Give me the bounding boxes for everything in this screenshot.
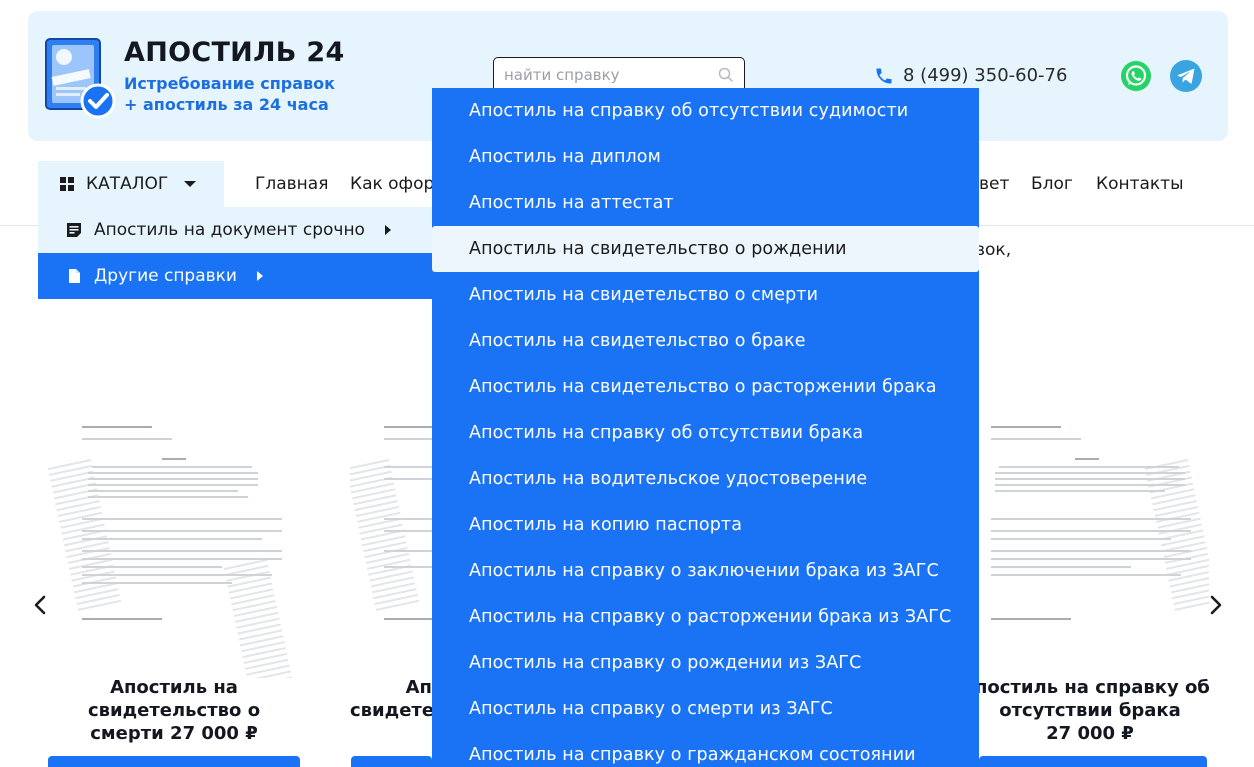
order-button[interactable] [48, 756, 300, 767]
dropdown-item[interactable]: Апостиль на справку об отсутствии судимо… [432, 88, 979, 134]
product-title[interactable]: Апостиль на свидетельство о смерти 27 00… [48, 676, 300, 745]
grid-icon [60, 177, 74, 191]
caret-down-icon [184, 181, 197, 187]
dropdown-item[interactable]: Апостиль на водительское удостоверение [432, 456, 979, 502]
chevron-right-icon [384, 225, 391, 235]
product-title-line: 27 000 ₽ [1046, 723, 1134, 744]
catalog-label: КАТАЛОГ [86, 174, 169, 194]
product-title-line: постиль на справку об [975, 677, 1210, 698]
order-button[interactable] [351, 756, 432, 767]
dropdown-item[interactable]: Апостиль на свидетельство о смерти [432, 272, 979, 318]
product-title-line: Апостиль на [110, 677, 238, 698]
dropdown-item[interactable]: Апостиль на справку об отсутствии брака [432, 410, 979, 456]
dropdown-item[interactable]: Апостиль на справку о заключении брака и… [432, 548, 979, 594]
document-thumbnail [48, 418, 298, 678]
nav-link-home[interactable]: Главная [255, 174, 328, 194]
product-title-line: отсутствии брака [999, 700, 1181, 721]
dropdown-item[interactable]: Апостиль на свидетельство о расторжении … [432, 364, 979, 410]
product-title-line: смерти 27 000 ₽ [90, 723, 258, 744]
phone-icon [876, 68, 892, 83]
nav-link-how-to[interactable]: Как офор [350, 174, 434, 194]
intro-text-fragment: вок, [975, 240, 1012, 260]
dropdown-item[interactable]: Апостиль на справку о рождении из ЗАГС [432, 640, 979, 686]
catalog-button[interactable]: КАТАЛОГ [38, 161, 224, 207]
document-thumbnail [979, 418, 1209, 668]
whatsapp-icon[interactable] [1120, 60, 1152, 92]
product-title-line: свидете [350, 700, 432, 721]
nav-link-faq[interactable]: вет [979, 174, 1009, 194]
dropdown-item[interactable]: Апостиль на аттестат [432, 180, 979, 226]
document-list-icon [67, 223, 81, 237]
logo-icon[interactable] [40, 35, 118, 119]
submenu-item-label: Другие справки [94, 266, 237, 286]
logo-title[interactable]: АПОСТИЛЬ 24 [124, 37, 345, 68]
nav-link-contacts[interactable]: Контакты [1096, 174, 1184, 194]
search-input[interactable] [504, 66, 714, 84]
document-icon [69, 269, 80, 283]
dropdown-item[interactable]: Апостиль на справку о гражданском состоя… [432, 732, 979, 767]
phone-link[interactable]: 8 (499) 350-60-76 [874, 65, 1067, 86]
product-image[interactable] [350, 410, 432, 678]
product-image[interactable] [979, 410, 1209, 678]
catalog-submenu: Апостиль на документ срочно Другие справ… [38, 207, 432, 299]
product-title-line: свидетельство о [87, 700, 261, 721]
logo-subtitle: Истребование справок + апостиль за 24 ча… [124, 73, 335, 115]
order-button[interactable] [979, 756, 1207, 767]
dropdown-item[interactable]: Апостиль на диплом [432, 134, 979, 180]
nav-link-blog[interactable]: Блог [1031, 174, 1073, 194]
telegram-icon[interactable] [1169, 59, 1203, 93]
product-title[interactable]: постиль на справку об отсутствии брака 2… [975, 676, 1210, 745]
logo-subtitle-line1: Истребование справок [124, 74, 335, 93]
submenu-item-label: Апостиль на документ срочно [94, 220, 365, 240]
logo-subtitle-line2: + апостиль за 24 часа [124, 95, 329, 114]
product-title-line: Ап [405, 677, 432, 698]
dropdown-item[interactable]: Апостиль на справку о расторжении брака … [432, 594, 979, 640]
dropdown-item[interactable]: Апостиль на свидетельство о рождении [432, 226, 979, 272]
chevron-right-icon [256, 271, 263, 281]
submenu-item-urgent-apostille[interactable]: Апостиль на документ срочно [38, 207, 432, 253]
dropdown-item[interactable]: Апостиль на копию паспорта [432, 502, 979, 548]
dropdown-item[interactable]: Апостиль на свидетельство о браке [432, 318, 979, 364]
dropdown-item[interactable]: Апостиль на справку о смерти из ЗАГС [432, 686, 979, 732]
submenu-item-other-certificates[interactable]: Другие справки [38, 253, 432, 299]
other-certificates-dropdown: Апостиль на справку об отсутствии судимо… [432, 88, 979, 767]
search-icon[interactable] [718, 67, 734, 83]
product-image[interactable] [48, 410, 300, 678]
carousel-prev-icon[interactable] [32, 594, 48, 616]
product-title[interactable]: Ап свидете [350, 676, 432, 722]
carousel-next-icon[interactable] [1208, 594, 1224, 616]
phone-number[interactable]: 8 (499) 350-60-76 [903, 65, 1067, 86]
document-thumbnail [350, 418, 432, 668]
